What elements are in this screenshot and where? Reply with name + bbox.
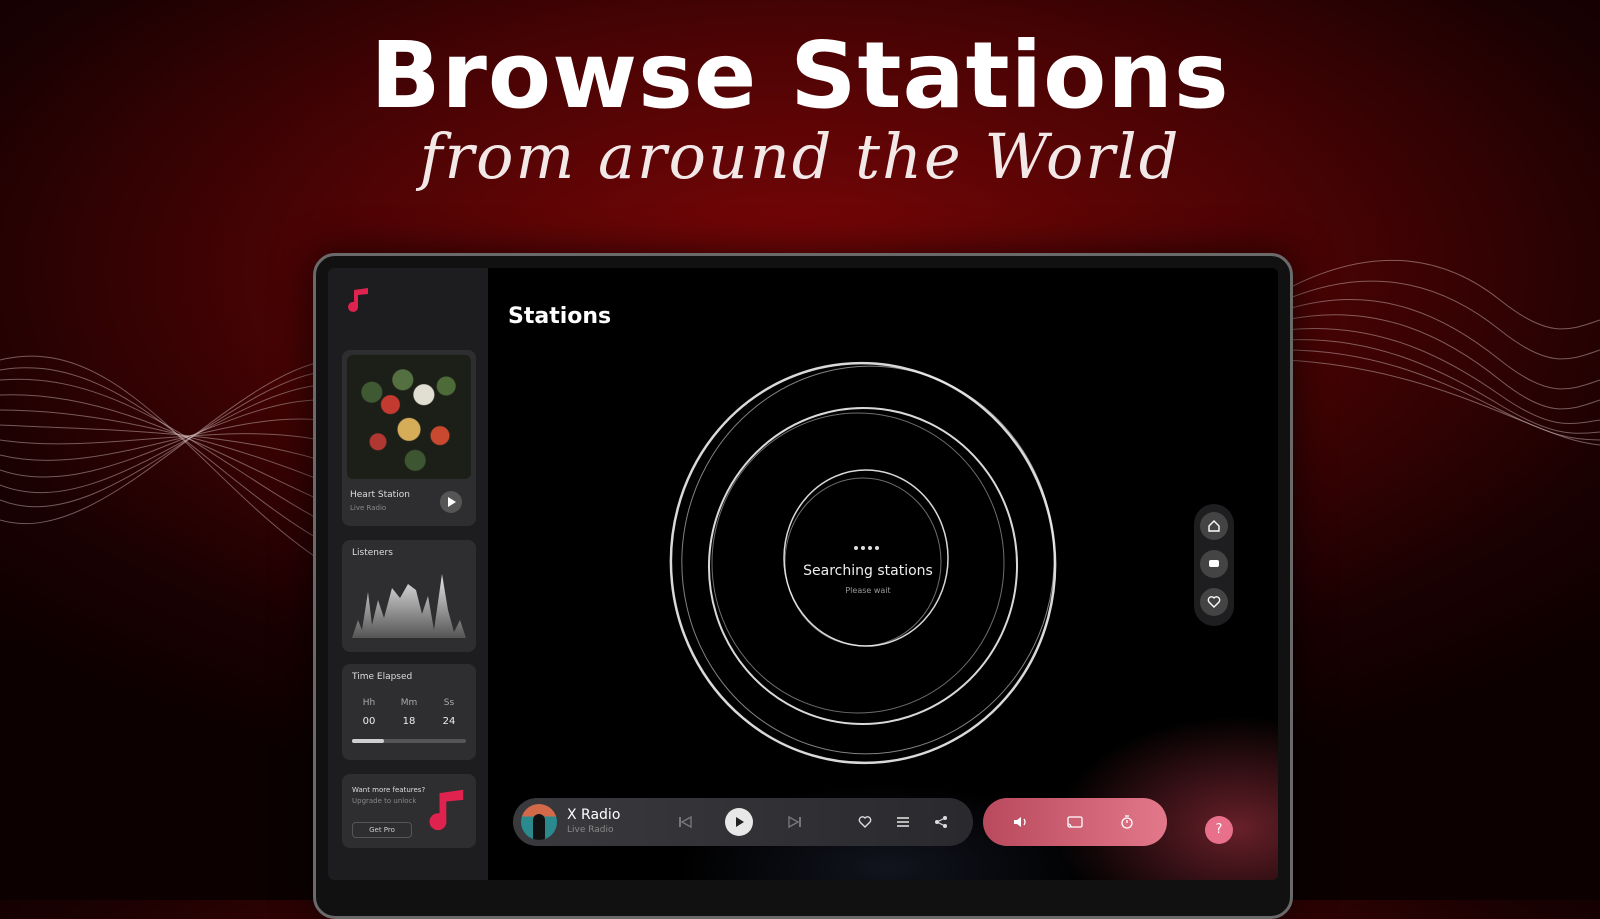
heart-icon [858,816,872,828]
skip-forward-icon [788,815,801,829]
player-station-avatar [521,804,557,840]
searching-title: Searching stations [803,563,933,579]
cast-icon [1067,816,1083,828]
elapsed-progress-fill [352,739,384,743]
get-pro-button[interactable]: Get Pro [352,822,412,838]
device-controls-bar [983,798,1167,846]
now-playing-subtitle: Live Radio [350,504,387,512]
player-station-subtitle: Live Radio [567,825,614,835]
time-labels: Hh Mm Ss [342,698,476,708]
chat-nav-button[interactable] [1200,550,1228,578]
heart-icon [1207,596,1221,608]
skip-back-icon [679,815,692,829]
now-playing-station: Heart Station [350,490,410,500]
laptop-frame: Heart Station Live Radio Listeners Time … [313,253,1293,919]
upgrade-logo-icon [429,789,464,831]
time-values: 00 18 24 [342,716,476,727]
list-icon [897,817,909,827]
listeners-waveform [352,574,466,638]
next-button[interactable] [783,810,807,834]
play-icon [736,817,744,827]
upgrade-card: Want more features? Upgrade to unlock Ge… [342,774,476,848]
listeners-title: Listeners [352,548,393,558]
loading-dots [853,543,881,554]
favorites-nav-button[interactable] [1200,588,1228,616]
previous-button[interactable] [673,810,697,834]
favorite-button[interactable] [853,810,877,834]
minutes-label: Mm [400,698,418,708]
player-station-name: X Radio [567,807,621,823]
page-title: Stations [508,304,612,329]
share-icon [935,816,947,828]
help-button[interactable]: ? [1205,816,1233,844]
sidebar-play-button[interactable] [440,491,462,513]
elapsed-progress-bar [352,739,466,743]
timer-button[interactable] [1115,810,1139,834]
cast-button[interactable] [1063,810,1087,834]
hero-subtitle: from around the World [419,120,1181,193]
listeners-card: Listeners [342,540,476,652]
searching-subtitle: Please wait [845,586,891,595]
volume-icon [1014,817,1026,827]
home-nav-button[interactable] [1200,512,1228,540]
share-button[interactable] [929,810,953,834]
now-playing-card[interactable]: Heart Station Live Radio [342,350,476,526]
seconds-value: 24 [442,716,456,727]
app-logo-icon[interactable] [346,286,372,318]
hero-title: Browse Stations [370,22,1230,129]
upgrade-title: Want more features? [352,786,426,794]
minutes-value: 18 [402,716,416,727]
volume-button[interactable] [1009,810,1033,834]
queue-button[interactable] [891,810,915,834]
right-nav [1194,504,1234,626]
player-bar: X Radio Live Radio [513,798,973,846]
hours-value: 00 [362,716,376,727]
timer-icon [1121,815,1133,829]
seconds-label: Ss [443,698,455,708]
station-artwork [347,355,471,479]
app-screen: Heart Station Live Radio Listeners Time … [328,268,1278,880]
sidebar: Heart Station Live Radio Listeners Time … [328,268,488,880]
hours-label: Hh [362,698,376,708]
chat-icon [1209,560,1219,567]
upgrade-subtitle: Upgrade to unlock [352,797,417,805]
play-button[interactable] [725,808,753,836]
time-elapsed-card: Time Elapsed Hh Mm Ss 00 18 24 [342,664,476,760]
time-elapsed-title: Time Elapsed [352,672,413,682]
home-icon [1208,520,1220,532]
